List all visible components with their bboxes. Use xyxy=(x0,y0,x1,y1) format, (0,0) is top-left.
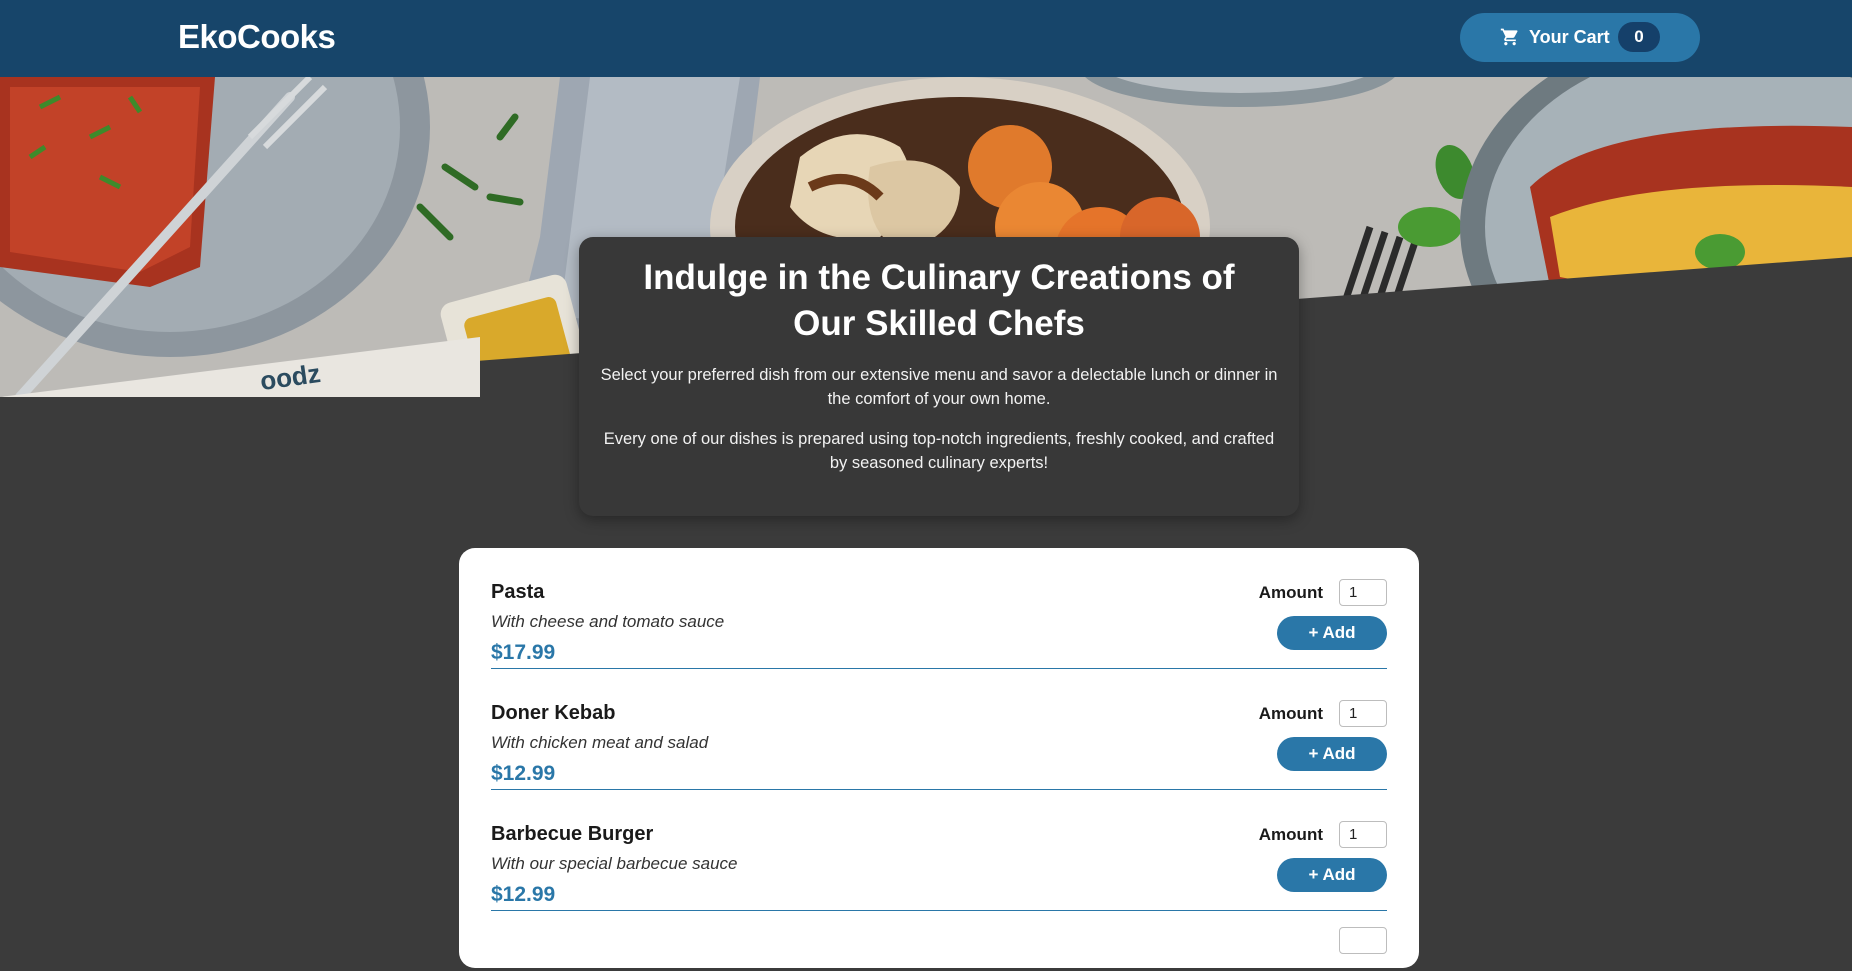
meals-list: Pasta With cheese and tomato sauce $17.9… xyxy=(459,548,1419,968)
add-to-cart-button[interactable]: + Add xyxy=(1277,858,1387,892)
intro-card: Indulge in the Culinary Creations of Our… xyxy=(579,237,1299,516)
meal-price: $17.99 xyxy=(491,641,556,664)
amount-input[interactable] xyxy=(1339,579,1387,606)
meal-description: With chicken meat and salad xyxy=(491,733,709,752)
intro-paragraph-2: Every one of our dishes is prepared usin… xyxy=(603,430,1275,472)
meal-name: Barbecue Burger xyxy=(491,823,654,845)
meal-item-doner-kebab: Doner Kebab With chicken meat and salad … xyxy=(491,669,1387,790)
cart-button[interactable]: Your Cart 0 xyxy=(1460,13,1700,62)
meal-price: $12.99 xyxy=(491,762,556,785)
meal-price: $12.99 xyxy=(491,883,556,906)
meal-item-barbecue-burger: Barbecue Burger With our special barbecu… xyxy=(491,790,1387,911)
amount-input[interactable] xyxy=(1339,927,1387,954)
intro-title: Indulge in the Culinary Creations of Our… xyxy=(643,258,1235,343)
cart-label: Your Cart xyxy=(1529,27,1610,47)
cart-count-badge: 0 xyxy=(1618,22,1660,52)
add-to-cart-button[interactable]: + Add xyxy=(1277,737,1387,771)
add-to-cart-button[interactable]: + Add xyxy=(1277,616,1387,650)
meal-name: Doner Kebab xyxy=(491,702,616,724)
amount-label: Amount xyxy=(1258,825,1323,844)
amount-label: Amount xyxy=(1258,583,1323,602)
cart-icon xyxy=(1500,28,1518,46)
intro-paragraph-1: Select your preferred dish from our exte… xyxy=(600,366,1278,408)
amount-input[interactable] xyxy=(1339,821,1387,848)
amount-input[interactable] xyxy=(1339,700,1387,727)
meal-item-partial xyxy=(491,911,1387,971)
meal-description: With our special barbecue sauce xyxy=(491,854,738,873)
brand-logo[interactable]: EkoCooks xyxy=(178,18,336,56)
meal-description: With cheese and tomato sauce xyxy=(491,612,725,631)
amount-label: Amount xyxy=(1258,704,1323,723)
meal-item-pasta: Pasta With cheese and tomato sauce $17.9… xyxy=(491,548,1387,669)
meal-name: Pasta xyxy=(491,581,545,603)
app-header: EkoCooks Your Cart 0 xyxy=(0,0,1852,77)
